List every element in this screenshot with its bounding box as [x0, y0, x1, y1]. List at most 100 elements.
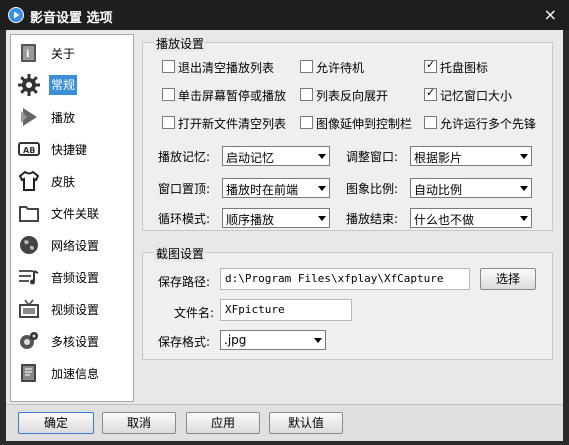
window-ontop-select[interactable]: 播放时在前端 — [222, 178, 330, 198]
window-ontop-label: 窗口置顶: — [158, 182, 211, 196]
sidebar-item-label: 多核设置 — [51, 335, 100, 349]
filename-input[interactable]: XFpicture — [220, 299, 352, 321]
checkbox-box[interactable] — [424, 58, 437, 73]
playback-group-title: 播放设置 — [154, 35, 207, 52]
adjust-window-label: 调整窗口: — [346, 150, 399, 164]
svg-text:i: i — [26, 49, 29, 60]
checkbox-label: 退出清空播放列表 — [178, 61, 275, 75]
close-button[interactable]: × — [544, 5, 557, 24]
select-value: 播放时在前端 — [226, 183, 299, 197]
chevron-down-icon — [318, 216, 326, 221]
browse-button[interactable]: 选择 — [480, 268, 536, 290]
select-value: 自动比例 — [414, 183, 463, 197]
dialog-body: i 关于 常规 播放 AB 快捷键 皮肤 文件关联 网络设置 音频设置 视频设置… — [6, 30, 563, 441]
sidebar-item-accel[interactable]: 加速信息 — [11, 357, 133, 389]
sidebar-item-label: 视频设置 — [51, 303, 100, 317]
sidebar-item-label: 网络设置 — [51, 239, 100, 253]
checkbox-label: 打开新文件清空列表 — [178, 117, 287, 131]
tv-icon — [19, 299, 39, 318]
chevron-down-icon — [520, 216, 528, 221]
ok-button[interactable]: 确定 — [18, 412, 94, 434]
sidebar-item-label: 音频设置 — [51, 271, 100, 285]
settings-content: 播放设置 退出清空播放列表 允许待机 托盘图标 单击屏幕暂停或播放 列表 — [136, 30, 563, 404]
checkbox-box[interactable] — [424, 116, 437, 129]
save-format-select[interactable]: .jpg — [220, 330, 326, 350]
info-book-icon: i — [21, 44, 36, 62]
play-end-select[interactable]: 什么也不做 — [410, 208, 532, 228]
checkbox-extend-image[interactable]: 图像延伸到控制栏 — [300, 114, 420, 131]
loop-mode-select[interactable]: 顺序播放 — [222, 208, 330, 228]
sidebar-item-playback[interactable]: 播放 — [11, 101, 133, 133]
play-memory-select[interactable]: 启动记忆 — [222, 146, 330, 166]
checkbox-multi-instance[interactable]: 允许运行多个先锋 — [424, 114, 550, 131]
capture-group-title: 截图设置 — [154, 245, 207, 262]
filename-label: 文件名: — [174, 306, 215, 320]
checkbox-label: 允许待机 — [316, 61, 365, 75]
sidebar-item-label: 皮肤 — [51, 175, 76, 189]
loop-mode-label: 循环模式: — [158, 212, 211, 226]
checkbox-remember-size[interactable]: 记忆窗口大小 — [424, 86, 544, 103]
checkbox-label: 允许运行多个先锋 — [440, 117, 537, 131]
aspect-ratio-select[interactable]: 自动比例 — [410, 178, 532, 198]
tshirt-icon — [18, 170, 40, 191]
select-value: .jpg — [224, 333, 247, 347]
sidebar-item-video[interactable]: 视频设置 — [11, 293, 133, 325]
aspect-ratio-label: 图象比例: — [346, 182, 399, 196]
sidebar-item-label: 关于 — [51, 47, 76, 61]
select-value: 什么也不做 — [414, 213, 475, 227]
sidebar-item-label: 常规 — [49, 75, 78, 95]
sidebar-item-label: 文件关联 — [51, 207, 100, 221]
gear-icon — [18, 74, 40, 96]
checkbox-label: 图像延伸到控制栏 — [316, 117, 413, 131]
window-title: 影音设置 选项 — [30, 11, 113, 26]
sidebar-item-audio[interactable]: 音频设置 — [11, 261, 133, 293]
audio-icon — [19, 270, 39, 285]
checkbox-box[interactable] — [300, 116, 313, 129]
checkbox-label: 列表反向展开 — [316, 89, 389, 103]
play-arrow-icon — [21, 108, 37, 126]
chevron-down-icon — [318, 186, 326, 191]
checkbox-label: 托盘图标 — [440, 61, 489, 75]
sidebar-item-shortcuts[interactable]: AB 快捷键 — [11, 133, 133, 165]
checkbox-label: 记忆窗口大小 — [440, 89, 513, 103]
checkbox-box[interactable] — [162, 116, 175, 129]
app-logo-icon — [8, 7, 24, 23]
adjust-window-select[interactable]: 根据影片 — [410, 146, 532, 166]
cpu-icon — [20, 332, 38, 349]
save-path-input[interactable]: d:\Program Files\xfplay\XfCapture — [220, 268, 470, 290]
chevron-down-icon — [520, 186, 528, 191]
checkbox-label: 单击屏幕暂停或播放 — [178, 89, 287, 103]
sidebar-item-multicore[interactable]: 多核设置 — [11, 325, 133, 357]
checkbox-allow-standby[interactable]: 允许待机 — [300, 58, 410, 75]
settings-window: 影音设置 选项 × i 关于 常规 播放 AB 快捷键 皮肤 文件关联 网络设置… — [0, 0, 569, 445]
sidebar-item-network[interactable]: 网络设置 — [11, 229, 133, 261]
play-end-label: 播放结束: — [346, 212, 399, 226]
save-path-label: 保存路径: — [158, 275, 211, 289]
checkbox-box[interactable] — [424, 86, 437, 101]
sidebar-item-label: 播放 — [51, 111, 76, 125]
sidebar-item-label: 加速信息 — [51, 367, 100, 381]
save-format-label: 保存格式: — [158, 335, 211, 349]
checkbox-box[interactable] — [300, 60, 313, 73]
speed-info-icon — [21, 364, 36, 382]
checkbox-reverse-list[interactable]: 列表反向展开 — [300, 86, 410, 103]
default-button[interactable]: 默认值 — [269, 412, 343, 434]
filename-value: XFpicture — [225, 303, 285, 316]
sidebar-item-skin[interactable]: 皮肤 — [11, 165, 133, 197]
apply-button[interactable]: 应用 — [186, 412, 260, 434]
checkbox-box[interactable] — [300, 88, 313, 101]
checkbox-box[interactable] — [162, 88, 175, 101]
chevron-down-icon — [318, 154, 326, 159]
sidebar-item-file-assoc[interactable]: 文件关联 — [11, 197, 133, 229]
checkbox-click-pause[interactable]: 单击屏幕暂停或播放 — [162, 86, 292, 103]
checkbox-clear-on-exit[interactable]: 退出清空播放列表 — [162, 58, 292, 75]
checkbox-tray-icon[interactable]: 托盘图标 — [424, 58, 544, 75]
chevron-down-icon — [520, 154, 528, 159]
sidebar-item-general[interactable]: 常规 — [11, 69, 133, 101]
play-memory-label: 播放记忆: — [158, 150, 211, 164]
checkbox-clear-on-open[interactable]: 打开新文件清空列表 — [162, 114, 292, 131]
sidebar-item-about[interactable]: i 关于 — [11, 37, 133, 69]
checkbox-box[interactable] — [162, 60, 175, 73]
button-bar: 确定 取消 应用 默认值 — [6, 404, 563, 441]
cancel-button[interactable]: 取消 — [102, 412, 176, 434]
